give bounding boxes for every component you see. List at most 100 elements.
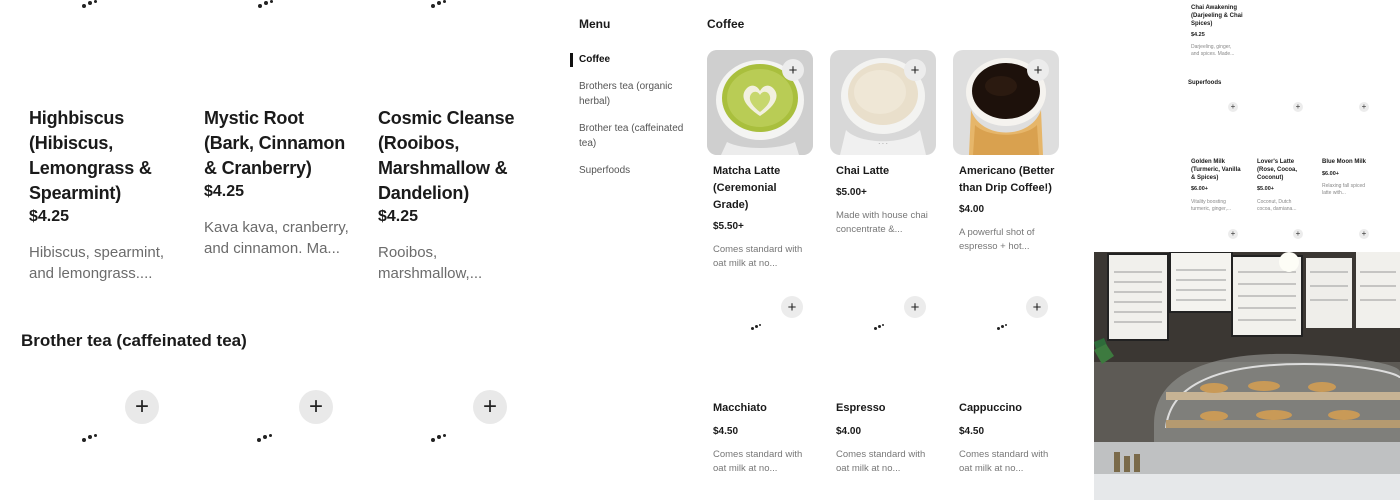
item-description: Coconut, Dutch cocoa, damiana... — [1257, 199, 1297, 212]
nav-item-brothers-tea-herbal[interactable]: Brothers tea (organic herbal) — [570, 79, 692, 109]
item-description: Darjeeling, ginger, and spices. Made... — [1191, 44, 1235, 57]
loading-spinner-icon — [258, 0, 278, 10]
item-price: $4.25 — [1191, 32, 1205, 38]
menu-item-card[interactable]: · · · + Chai Latte $5.00+ Made with hous… — [830, 50, 936, 237]
add-item-button[interactable]: + — [904, 296, 926, 318]
loading-spinner-icon — [874, 324, 894, 334]
menu-panel: Menu Coffee Brothers tea (organic herbal… — [560, 0, 1094, 500]
loading-spinner-icon — [751, 324, 771, 334]
menu-item-card[interactable]: Macchiato $4.50 Comes standard with oat … — [707, 400, 813, 476]
menu-item-card[interactable]: Highbiscus (Hibiscus, Lemongrass & Spear… — [29, 106, 179, 284]
plus-icon: + — [1295, 102, 1301, 111]
menu-item-card[interactable]: Espresso $4.00 Comes standard with oat m… — [830, 400, 936, 476]
plus-icon: + — [1361, 102, 1367, 111]
item-price: $5.50+ — [713, 221, 744, 232]
item-description: Hibiscus, spearmint, and lemongrass.... — [29, 244, 165, 282]
item-description: Kava kava, cranberry, and cinnamon. Ma..… — [204, 219, 349, 257]
item-description: Comes standard with oat milk at no... — [713, 244, 803, 269]
add-item-button[interactable]: + — [1359, 102, 1369, 112]
plus-icon: + — [1361, 229, 1367, 238]
menu-item-card[interactable]: + Matcha Latte (Ceremonial Grade) $5.50+… — [707, 50, 813, 271]
item-name: Cosmic Cleanse (Rooibos, Marshmallow & D… — [378, 108, 515, 203]
item-description: Comes standard with oat milk at no... — [836, 449, 926, 474]
section-title-coffee: Coffee — [707, 17, 745, 31]
item-price: $6.00+ — [1322, 171, 1339, 177]
item-name: Lover's Latte (Rose, Cocoa, Coconut) — [1257, 159, 1298, 181]
item-name: Chai Latte — [836, 165, 890, 177]
menu-item-card[interactable]: Cappuccino $4.50 Comes standard with oat… — [953, 400, 1059, 476]
plus-icon: + — [1230, 102, 1236, 111]
add-item-button[interactable]: + — [1228, 102, 1238, 112]
item-price: $5.00+ — [1257, 186, 1274, 192]
section-title-superfoods: Superfoods — [1188, 80, 1222, 86]
add-item-button[interactable]: + — [1228, 229, 1238, 239]
chai-latte-image: · · · + — [830, 50, 936, 155]
add-item-button[interactable]: + — [473, 390, 507, 424]
item-description: Vitality boosting turmeric, ginger,... — [1191, 199, 1232, 212]
nav-item-superfoods[interactable]: Superfoods — [570, 163, 692, 178]
add-item-button[interactable]: + — [781, 296, 803, 318]
cafe-counter-photo — [1094, 252, 1400, 500]
section-title: Brother tea (caffeinated tea) — [21, 331, 247, 350]
add-item-button[interactable]: + — [125, 390, 159, 424]
add-item-button[interactable]: + — [1027, 59, 1049, 81]
item-price: $4.25 — [378, 208, 419, 225]
item-description: Relaxing fall spiced latte with... — [1322, 183, 1366, 196]
loading-spinner-icon — [257, 434, 277, 444]
item-price: $4.25 — [29, 208, 70, 225]
plus-icon: + — [1295, 229, 1301, 238]
loading-spinner-icon — [82, 434, 102, 444]
plus-icon: + — [1033, 61, 1043, 79]
plus-icon: + — [1032, 298, 1042, 316]
plus-icon: + — [1230, 229, 1236, 238]
plus-icon: + — [910, 298, 920, 316]
plus-icon: + — [308, 393, 323, 420]
item-name: Mystic Root (Bark, Cinnamon & Cranberry) — [204, 108, 346, 178]
plus-icon: + — [910, 61, 920, 79]
add-item-button[interactable]: + — [1359, 229, 1369, 239]
item-price: $6.00+ — [1191, 186, 1208, 192]
mini-menu-preview: Chai Awakening (Darjeeling & Chai Spices… — [1094, 0, 1400, 252]
add-item-button[interactable]: + — [904, 59, 926, 81]
item-price: $4.50 — [959, 426, 985, 437]
item-price: $4.00 — [836, 426, 862, 437]
loading-spinner-icon — [431, 434, 451, 444]
item-price: $4.00 — [959, 204, 985, 215]
item-name: Highbiscus (Hibiscus, Lemongrass & Spear… — [29, 108, 152, 203]
app-root: Highbiscus (Hibiscus, Lemongrass & Spear… — [0, 0, 1400, 500]
nav-item-coffee[interactable]: Coffee — [570, 52, 692, 67]
item-name: Golden Milk (Turmeric, Vanilla & Spices) — [1191, 159, 1241, 181]
matcha-latte-image: + — [707, 50, 813, 155]
item-name: Macchiato — [713, 402, 767, 414]
plus-icon: + — [788, 61, 798, 79]
menu-heading: Menu — [579, 17, 611, 31]
item-price: $4.25 — [204, 183, 245, 200]
menu-item-card[interactable]: Cosmic Cleanse (Rooibos, Marshmallow & D… — [378, 106, 528, 284]
preview-panel: Chai Awakening (Darjeeling & Chai Spices… — [1094, 0, 1400, 500]
item-description: Comes standard with oat milk at no... — [959, 449, 1049, 474]
add-item-button[interactable]: + — [299, 390, 333, 424]
nav-item-brother-tea-caffeinated[interactable]: Brother tea (caffeinated tea) — [570, 121, 692, 151]
loading-spinner-icon — [997, 324, 1017, 334]
add-item-button[interactable]: + — [782, 59, 804, 81]
zoomed-menu-panel: Highbiscus (Hibiscus, Lemongrass & Spear… — [0, 0, 560, 500]
add-item-button[interactable]: + — [1293, 229, 1303, 239]
plus-icon: + — [482, 393, 497, 420]
menu-item-card[interactable]: + Americano (Better than Drip Coffee!) $… — [953, 50, 1059, 254]
svg-text:· · ·: · · · — [878, 141, 888, 148]
add-item-button[interactable]: + — [1026, 296, 1048, 318]
item-price: $5.00+ — [836, 187, 867, 198]
menu-item-card[interactable]: Mystic Root (Bark, Cinnamon & Cranberry)… — [204, 106, 354, 259]
plus-icon: + — [787, 298, 797, 316]
add-item-button[interactable]: + — [1293, 102, 1303, 112]
item-price: $4.50 — [713, 426, 739, 437]
item-name: Cappuccino — [959, 402, 1022, 414]
loading-spinner-icon — [431, 0, 451, 10]
item-description: Made with house chai concentrate &... — [836, 210, 928, 235]
category-nav: Coffee Brothers tea (organic herbal) Bro… — [570, 52, 692, 190]
loading-spinner-icon — [82, 0, 102, 10]
item-description: Comes standard with oat milk at no... — [713, 449, 803, 474]
item-description: Rooibos, marshmallow,... — [378, 244, 483, 282]
americano-image: + — [953, 50, 1059, 155]
item-name: Matcha Latte (Ceremonial Grade) — [713, 165, 781, 211]
